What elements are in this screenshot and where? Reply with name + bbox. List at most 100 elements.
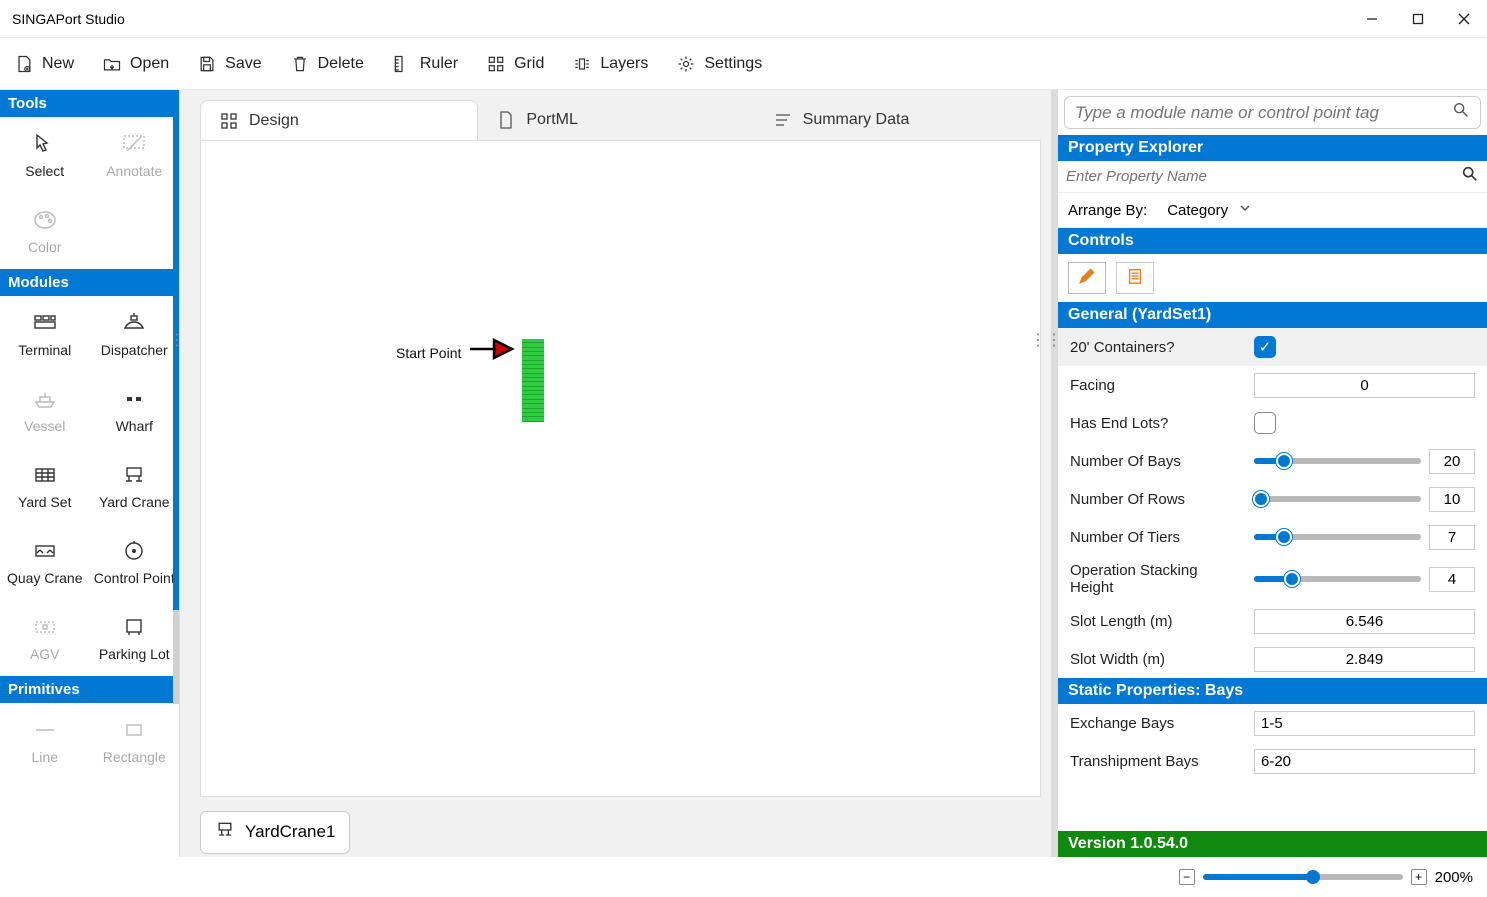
property-search-input[interactable] (1066, 168, 1455, 185)
parkinglot-module[interactable]: Parking Lot (90, 600, 180, 676)
delete-icon (290, 54, 310, 74)
prop-has-end-lots: Has End Lots? (1058, 404, 1487, 442)
vessel-module[interactable]: Vessel (0, 372, 90, 448)
property-list: 20' Containers? ✓ Facing Has End Lots? N… (1058, 328, 1487, 831)
left-scrollbar[interactable] (173, 90, 179, 704)
controlpoint-module[interactable]: Control Point (90, 524, 180, 600)
settings-button[interactable]: Settings (676, 54, 762, 74)
grid-button[interactable]: Grid (486, 54, 544, 74)
dispatcher-icon (119, 310, 149, 336)
prop-facing: Facing (1058, 366, 1487, 404)
annotate-tool[interactable]: Annotate (90, 117, 180, 193)
yardset-module[interactable]: Yard Set (0, 448, 90, 524)
terminal-module[interactable]: Terminal (0, 296, 90, 372)
status-bar: − + 200% (0, 857, 1487, 897)
prop-transhipment-bays: Transhipment Bays (1058, 742, 1487, 780)
ruler-button[interactable]: Ruler (392, 54, 458, 74)
num-rows-input[interactable] (1429, 487, 1475, 512)
has-end-lots-checkbox[interactable] (1254, 412, 1276, 434)
grid-label: Grid (514, 55, 544, 73)
parkinglot-icon (119, 614, 149, 640)
twenty-ft-checkbox[interactable]: ✓ (1254, 336, 1276, 358)
settings-label: Settings (704, 55, 762, 73)
primitives-section-header: Primitives (0, 676, 179, 703)
palette-icon (30, 207, 60, 233)
quaycrane-module[interactable]: Quay Crane (0, 524, 90, 600)
tab-portml[interactable]: PortML (478, 100, 754, 140)
clipboard-icon (1126, 267, 1144, 290)
open-button[interactable]: Open (102, 54, 169, 74)
chevron-down-icon (1238, 201, 1252, 219)
tab-design[interactable]: Design (200, 100, 478, 140)
select-tool[interactable]: Select (0, 117, 90, 193)
tools-section-header: Tools (0, 90, 179, 117)
layers-label: Layers (600, 55, 648, 73)
zoom-slider[interactable] (1203, 874, 1403, 880)
general-section-header: General (YardSet1) (1058, 302, 1487, 328)
delete-button[interactable]: Delete (290, 54, 364, 74)
zoom-out-button[interactable]: − (1179, 869, 1195, 885)
notes-control-button[interactable] (1116, 262, 1154, 294)
arrow-icon (468, 336, 518, 362)
edit-control-button[interactable] (1068, 262, 1106, 294)
close-button[interactable] (1441, 0, 1487, 38)
tab-summary[interactable]: Summary Data (755, 100, 1031, 140)
title-bar: SINGAPort Studio (0, 0, 1487, 38)
right-splitter[interactable]: ⋮⋮ (1041, 300, 1051, 380)
num-bays-slider[interactable] (1254, 458, 1421, 464)
yardcrane-module[interactable]: Yard Crane (90, 448, 180, 524)
agv-module[interactable]: AGV (0, 600, 90, 676)
num-bays-input[interactable] (1429, 449, 1475, 474)
file-icon (496, 110, 516, 130)
search-icon[interactable] (1461, 165, 1479, 188)
wharf-icon (119, 386, 149, 412)
transhipment-bays-input[interactable] (1254, 749, 1475, 774)
dispatcher-module[interactable]: Dispatcher (90, 296, 180, 372)
yardset-block[interactable] (522, 339, 544, 421)
wharf-module[interactable]: Wharf (90, 372, 180, 448)
search-icon[interactable] (1452, 101, 1470, 124)
center-panel: Design PortML Summary Data Start Point (180, 90, 1051, 857)
num-rows-slider[interactable] (1254, 496, 1421, 502)
arrange-by-select[interactable]: Category (1157, 199, 1262, 221)
layers-button[interactable]: Layers (572, 54, 648, 74)
layers-icon (572, 54, 592, 74)
ruler-icon (392, 54, 412, 74)
maximize-button[interactable] (1395, 0, 1441, 38)
facing-input[interactable] (1254, 373, 1475, 398)
op-stack-input[interactable] (1429, 567, 1475, 592)
quaycrane-icon (30, 538, 60, 564)
rectangle-primitive[interactable]: Rectangle (90, 703, 180, 779)
minimize-button[interactable] (1349, 0, 1395, 38)
num-tiers-slider[interactable] (1254, 534, 1421, 540)
gear-icon (676, 54, 696, 74)
app-title: SINGAPort Studio (12, 11, 1349, 27)
prop-num-tiers: Number Of Tiers (1058, 518, 1487, 556)
new-icon (14, 54, 34, 74)
controls-header: Controls (1058, 228, 1487, 254)
line-icon (30, 717, 60, 743)
color-tool[interactable]: Color (0, 193, 90, 269)
prop-slot-width: Slot Width (m) (1058, 640, 1487, 678)
save-button[interactable]: Save (197, 54, 261, 74)
num-tiers-input[interactable] (1429, 525, 1475, 550)
design-canvas[interactable]: Start Point (200, 140, 1041, 797)
zoom-in-button[interactable]: + (1411, 869, 1427, 885)
slot-length-input[interactable] (1254, 609, 1475, 634)
slot-width-input[interactable] (1254, 647, 1475, 672)
module-search-input[interactable] (1075, 103, 1452, 123)
exchange-bays-input[interactable] (1254, 711, 1475, 736)
design-tab-icon (219, 111, 239, 131)
op-stack-slider[interactable] (1254, 576, 1421, 582)
agv-icon (30, 614, 60, 640)
line-primitive[interactable]: Line (0, 703, 90, 779)
property-explorer-header: Property Explorer (1058, 135, 1487, 161)
design-tabs: Design PortML Summary Data (180, 90, 1051, 140)
yardcrane-chip-icon (215, 820, 235, 845)
yardcrane-icon (119, 462, 149, 488)
zoom-percent: 200% (1435, 869, 1473, 886)
new-button[interactable]: New (14, 54, 74, 74)
ruler-label: Ruler (420, 55, 458, 73)
selected-object-chip[interactable]: YardCrane1 (200, 811, 350, 854)
yardset-icon (30, 462, 60, 488)
